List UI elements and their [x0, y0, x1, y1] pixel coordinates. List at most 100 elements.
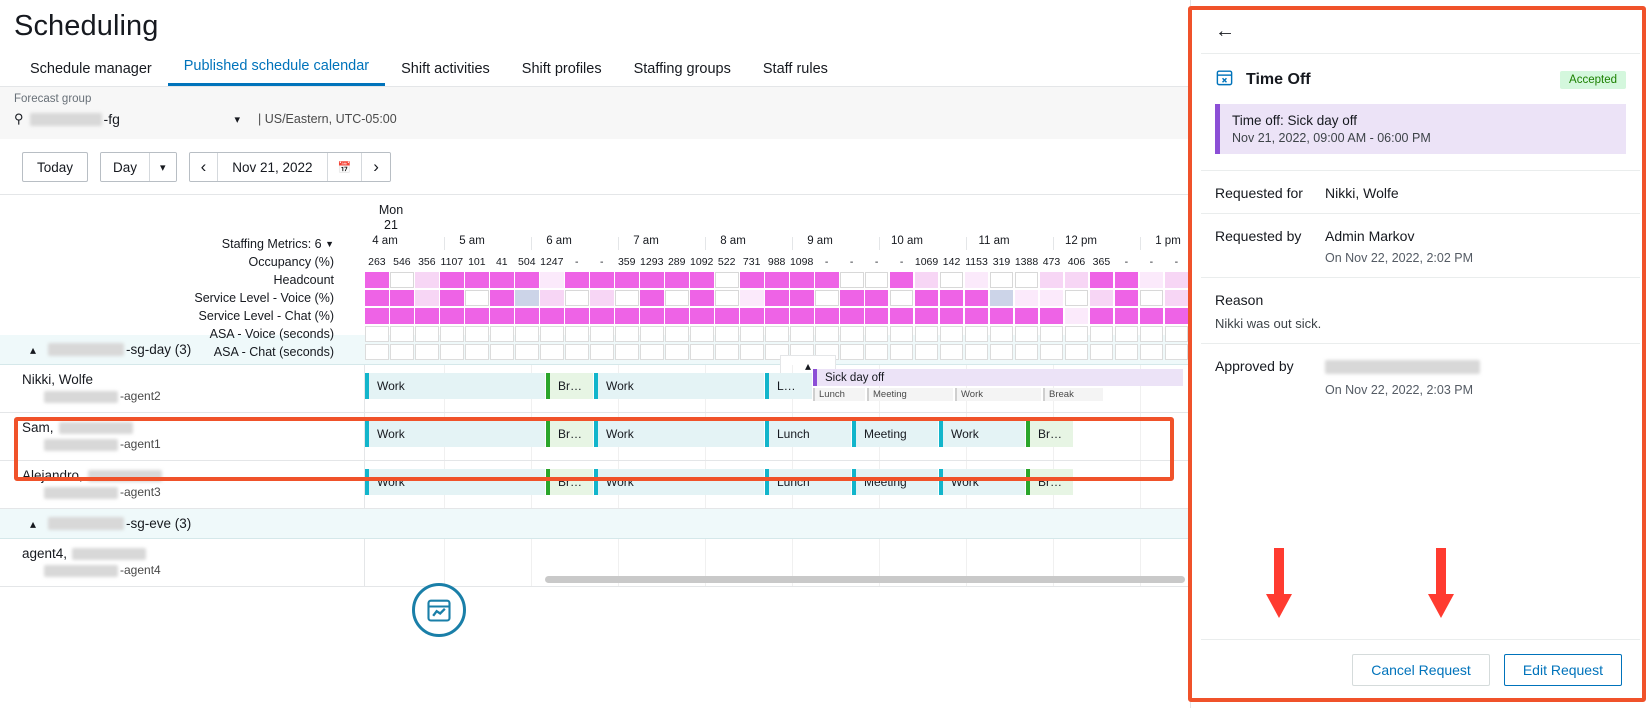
shift-block[interactable]: L… — [765, 373, 812, 399]
forecast-group-select[interactable]: ⚲ -fg ▾ — [14, 107, 250, 131]
tab-staffing-groups[interactable]: Staffing groups — [618, 61, 747, 86]
metric-cell — [1090, 308, 1114, 324]
metric-cell — [590, 272, 614, 288]
horizontal-scrollbar[interactable] — [545, 576, 1185, 583]
shift-block[interactable]: Work — [365, 373, 545, 399]
agent-schedule-lane[interactable]: WorkBr…WorkL…Sick day offLunchMeetingWor… — [365, 365, 1190, 412]
metric-cell — [415, 344, 439, 360]
shift-block[interactable]: Br… — [1026, 421, 1073, 447]
forecast-group-value: -fg — [104, 111, 120, 127]
sub-activity-block[interactable]: Break — [1043, 388, 1103, 401]
today-button[interactable]: Today — [22, 152, 88, 182]
metric-cell — [465, 290, 489, 306]
agent-row[interactable]: Nikki, Wolfe-agent2WorkBr…WorkL…Sick day… — [0, 365, 1190, 413]
shift-block[interactable]: Work — [939, 469, 1025, 495]
tab-shift-activities[interactable]: Shift activities — [385, 61, 506, 86]
metric-cell — [1015, 290, 1039, 306]
metric-cell — [1040, 290, 1064, 306]
metric-cell — [765, 272, 789, 288]
tab-staff-rules[interactable]: Staff rules — [747, 61, 844, 86]
time-off-block[interactable]: Sick day off — [813, 369, 1183, 386]
shift-block[interactable]: Work — [594, 469, 764, 495]
tab-published-schedule-calendar[interactable]: Published schedule calendar — [168, 58, 385, 86]
sub-activity-block[interactable]: Meeting — [867, 388, 953, 401]
edit-request-button[interactable]: Edit Request — [1504, 654, 1622, 686]
forecast-group-band: Forecast group ⚲ -fg ▾ | US/Eastern, UTC… — [0, 87, 1190, 139]
metric-cell — [690, 272, 714, 288]
field-requested-by: Requested by Admin Markov On Nov 22, 202… — [1201, 213, 1640, 277]
metric-cell — [615, 308, 639, 324]
agent-login: -agent1 — [22, 436, 364, 452]
shift-block[interactable]: Lunch — [765, 469, 851, 495]
back-arrow-icon[interactable]: ← — [1215, 20, 1235, 42]
metric-cell — [440, 308, 464, 324]
metric-cell — [1015, 272, 1039, 288]
cancel-request-button[interactable]: Cancel Request — [1352, 654, 1490, 686]
sub-activity-block[interactable]: Lunch — [813, 388, 865, 401]
metric-cell — [390, 326, 414, 342]
metric-cell — [1115, 344, 1139, 360]
tab-schedule-manager[interactable]: Schedule manager — [14, 61, 168, 86]
agent-schedule-lane[interactable]: WorkBr…WorkLunchMeetingWorkBr… — [365, 461, 1190, 508]
metric-cell: - — [1140, 254, 1164, 270]
next-day-button[interactable]: › — [361, 153, 390, 181]
chevron-down-icon[interactable]: ▾ — [149, 153, 176, 181]
view-selector[interactable]: Day ▾ — [100, 152, 177, 182]
chevron-down-icon[interactable]: ▾ — [234, 113, 240, 126]
metric-cell — [790, 290, 814, 306]
staffing-metrics-dropdown[interactable]: Staffing Metrics: 6 ▼ — [0, 235, 340, 253]
metric-cell — [615, 272, 639, 288]
agent-row[interactable]: Alejandro,-agent3WorkBr…WorkLunchMeeting… — [0, 461, 1190, 509]
metric-cell — [790, 326, 814, 342]
metric-cell — [415, 308, 439, 324]
shift-block[interactable]: Br… — [546, 421, 593, 447]
shift-block[interactable]: Meeting — [852, 469, 938, 495]
metric-cell — [665, 326, 689, 342]
chevron-down-icon[interactable]: ▼ — [325, 235, 334, 253]
metric-cell — [565, 272, 589, 288]
metric-cell — [515, 290, 539, 306]
chevron-up-icon[interactable]: ▴ — [30, 517, 36, 531]
date-navigator[interactable]: ‹ Nov 21, 2022 📅 › — [189, 152, 391, 182]
shift-block[interactable]: Work — [365, 469, 545, 495]
group-header-eve[interactable]: ▴-sg-eve (3) — [0, 509, 1190, 539]
reason-value: Nikki was out sick. — [1215, 316, 1626, 331]
metric-cell — [815, 290, 839, 306]
shift-block[interactable]: Work — [594, 373, 764, 399]
hour-tick: 9 am — [797, 235, 843, 247]
metric-cell — [765, 290, 789, 306]
metric-cell — [890, 308, 914, 324]
shift-block[interactable]: Work — [939, 421, 1025, 447]
shift-block[interactable]: Lunch — [765, 421, 851, 447]
metric-cell — [665, 272, 689, 288]
day-number: 21 — [358, 218, 424, 233]
shift-block[interactable]: Work — [365, 421, 545, 447]
metric-cell: 1069 — [915, 254, 939, 270]
time-off-summary: Time off: Sick day off Nov 21, 2022, 09:… — [1215, 104, 1626, 154]
metric-cell — [365, 344, 389, 360]
prev-day-button[interactable]: ‹ — [190, 153, 218, 181]
agent-row[interactable]: Sam,-agent1WorkBr…WorkLunchMeetingWorkBr… — [0, 413, 1190, 461]
shift-block[interactable]: Br… — [546, 373, 593, 399]
metric-row-sl-chat — [365, 307, 1190, 325]
metric-cell — [715, 344, 739, 360]
metric-cell — [665, 344, 689, 360]
metric-row-sl-voice — [365, 289, 1190, 307]
agent-schedule-lane[interactable]: WorkBr…WorkLunchMeetingWorkBr… — [365, 413, 1190, 460]
view-selector-value[interactable]: Day — [101, 153, 149, 181]
metric-cell — [490, 308, 514, 324]
shift-block[interactable]: Meeting — [852, 421, 938, 447]
hour-tick: 4 am — [362, 235, 408, 247]
metric-cell — [815, 272, 839, 288]
metric-cell — [640, 344, 664, 360]
tab-shift-profiles[interactable]: Shift profiles — [506, 61, 618, 86]
lane-gridline — [1140, 413, 1141, 460]
shift-block[interactable]: Br… — [1026, 469, 1073, 495]
shift-block[interactable]: Br… — [546, 469, 593, 495]
metric-cell — [890, 326, 914, 342]
shift-block[interactable]: Work — [594, 421, 764, 447]
metric-cell — [590, 344, 614, 360]
sub-activity-block[interactable]: Work — [955, 388, 1041, 401]
metric-cell — [1040, 344, 1064, 360]
calendar-icon[interactable]: 📅 — [327, 153, 362, 181]
